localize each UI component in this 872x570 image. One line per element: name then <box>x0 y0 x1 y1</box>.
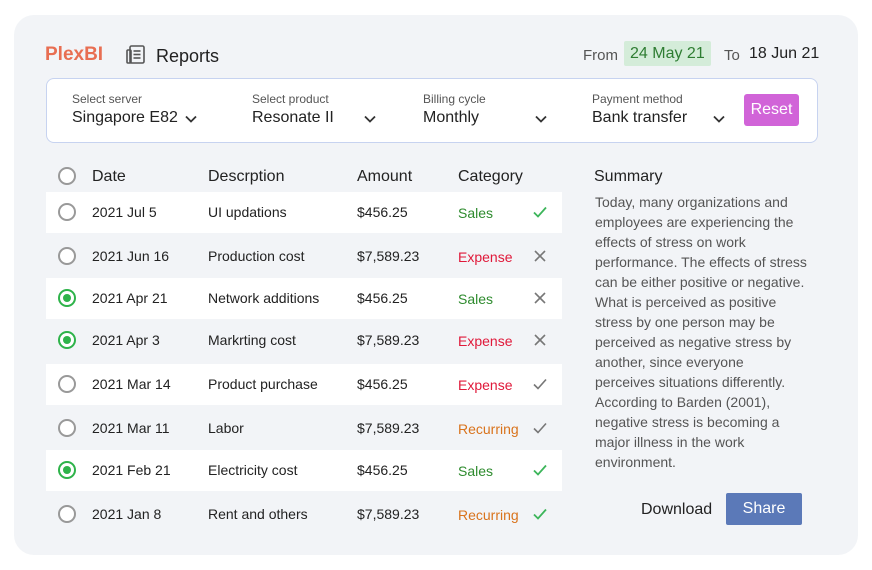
billing-cycle-label: Billing cycle <box>423 92 486 106</box>
row-category: Recurring <box>458 421 519 437</box>
report-document-icon <box>126 45 145 64</box>
row-category: Sales <box>458 205 494 221</box>
column-header-category[interactable]: Category <box>458 168 523 186</box>
row-description: Network additions <box>208 290 320 306</box>
row-category: Expense <box>458 249 513 265</box>
row-category: Sales <box>458 463 494 479</box>
product-select-label: Select product <box>252 92 329 106</box>
server-select-value[interactable]: Singapore E82 <box>72 109 178 127</box>
row-amount: $7,589.23 <box>357 506 420 522</box>
download-button[interactable]: Download <box>641 501 712 519</box>
row-category: Sales <box>458 291 494 307</box>
check-icon[interactable] <box>532 506 548 522</box>
row-select-radio[interactable] <box>58 289 76 307</box>
share-button[interactable]: Share <box>726 493 802 525</box>
check-icon[interactable] <box>532 376 548 392</box>
row-description: Production cost <box>208 248 305 264</box>
row-select-radio[interactable] <box>58 247 76 265</box>
row-category: Recurring <box>458 507 519 523</box>
billing-cycle-value[interactable]: Monthly <box>423 109 479 127</box>
row-date: 2021 Jun 16 <box>92 248 170 264</box>
column-header-date[interactable]: Date <box>92 168 126 186</box>
row-date: 2021 Apr 21 <box>92 290 168 306</box>
table-row[interactable]: 2021 Apr 21 Network additions $456.25 Sales <box>46 278 562 319</box>
server-select-label: Select server <box>72 92 143 106</box>
row-amount: $456.25 <box>357 290 408 306</box>
row-amount: $456.25 <box>357 204 408 220</box>
row-amount: $7,589.23 <box>357 332 420 348</box>
payment-method-label: Payment method <box>592 92 683 106</box>
close-icon[interactable] <box>532 290 548 306</box>
close-icon[interactable] <box>532 248 548 264</box>
to-label: To <box>724 47 740 64</box>
row-category: Expense <box>458 377 513 393</box>
close-icon[interactable] <box>532 332 548 348</box>
row-amount: $456.25 <box>357 376 408 392</box>
table-row[interactable]: 2021 Mar 11 Labor $7,589.23 Recurring <box>46 408 562 449</box>
select-all-radio[interactable] <box>58 167 76 185</box>
row-description: Electricity cost <box>208 462 298 478</box>
row-amount: $456.25 <box>357 462 408 478</box>
to-date[interactable]: 18 Jun 21 <box>749 45 819 63</box>
row-description: Markrting cost <box>208 332 296 348</box>
row-date: 2021 Mar 11 <box>92 420 170 436</box>
chevron-down-icon[interactable] <box>363 112 377 126</box>
chevron-down-icon[interactable] <box>712 112 726 126</box>
row-date: 2021 Feb 21 <box>92 462 171 478</box>
row-select-radio[interactable] <box>58 203 76 221</box>
filter-bar: Select server Singapore E82 Select produ… <box>46 78 818 143</box>
row-amount: $7,589.23 <box>357 420 420 436</box>
reset-button[interactable]: Reset <box>744 94 799 126</box>
column-header-amount[interactable]: Amount <box>357 168 412 186</box>
row-date: 2021 Apr 3 <box>92 332 160 348</box>
table-row[interactable]: 2021 Mar 14 Product purchase $456.25 Expens… <box>46 364 562 405</box>
row-category: Expense <box>458 333 513 349</box>
summary-text: Today, many organizations and employees … <box>595 194 807 470</box>
page-title: Reports <box>156 46 220 66</box>
row-date: 2021 Jan 8 <box>92 506 162 522</box>
summary-title: Summary <box>594 168 663 185</box>
row-amount: $7,589.23 <box>357 248 420 264</box>
table-row[interactable]: 2021 Apr 3 Markrting cost $7,589.23 Expense <box>46 320 562 361</box>
row-select-radio[interactable] <box>58 419 76 437</box>
from-label: From <box>583 47 618 64</box>
product-select-value[interactable]: Resonate II <box>252 109 334 127</box>
from-date[interactable]: 24 May 21 <box>624 41 711 66</box>
column-header-description[interactable]: Descrption <box>208 168 284 186</box>
table-row[interactable]: 2021 Jan 8 Rent and others $7,589.23 Recurr… <box>46 494 562 535</box>
row-date: 2021 Jul 5 <box>92 204 157 220</box>
row-description: Product purchase <box>208 376 318 392</box>
table-row[interactable]: 2021 Jun 16 Production cost $7,589.23 Expen… <box>46 236 562 277</box>
check-icon[interactable] <box>532 462 548 478</box>
chevron-down-icon[interactable] <box>534 112 548 126</box>
row-select-radio[interactable] <box>58 505 76 523</box>
payment-method-value[interactable]: Bank transfer <box>592 109 687 127</box>
row-select-radio[interactable] <box>58 331 76 349</box>
table-row[interactable]: 2021 Jul 5 UI updations $456.25 Sales <box>46 192 562 233</box>
check-icon[interactable] <box>532 420 548 436</box>
row-select-radio[interactable] <box>58 461 76 479</box>
check-icon[interactable] <box>532 204 548 220</box>
chevron-down-icon[interactable] <box>184 112 198 126</box>
row-description: UI updations <box>208 204 287 220</box>
brand-logo[interactable]: PlexBI <box>45 44 103 66</box>
row-description: Labor <box>208 420 244 436</box>
table-row[interactable]: 2021 Feb 21 Electricity cost $456.25 Sales <box>46 450 562 491</box>
row-select-radio[interactable] <box>58 375 76 393</box>
row-description: Rent and others <box>208 506 308 522</box>
row-date: 2021 Mar 14 <box>92 376 171 392</box>
